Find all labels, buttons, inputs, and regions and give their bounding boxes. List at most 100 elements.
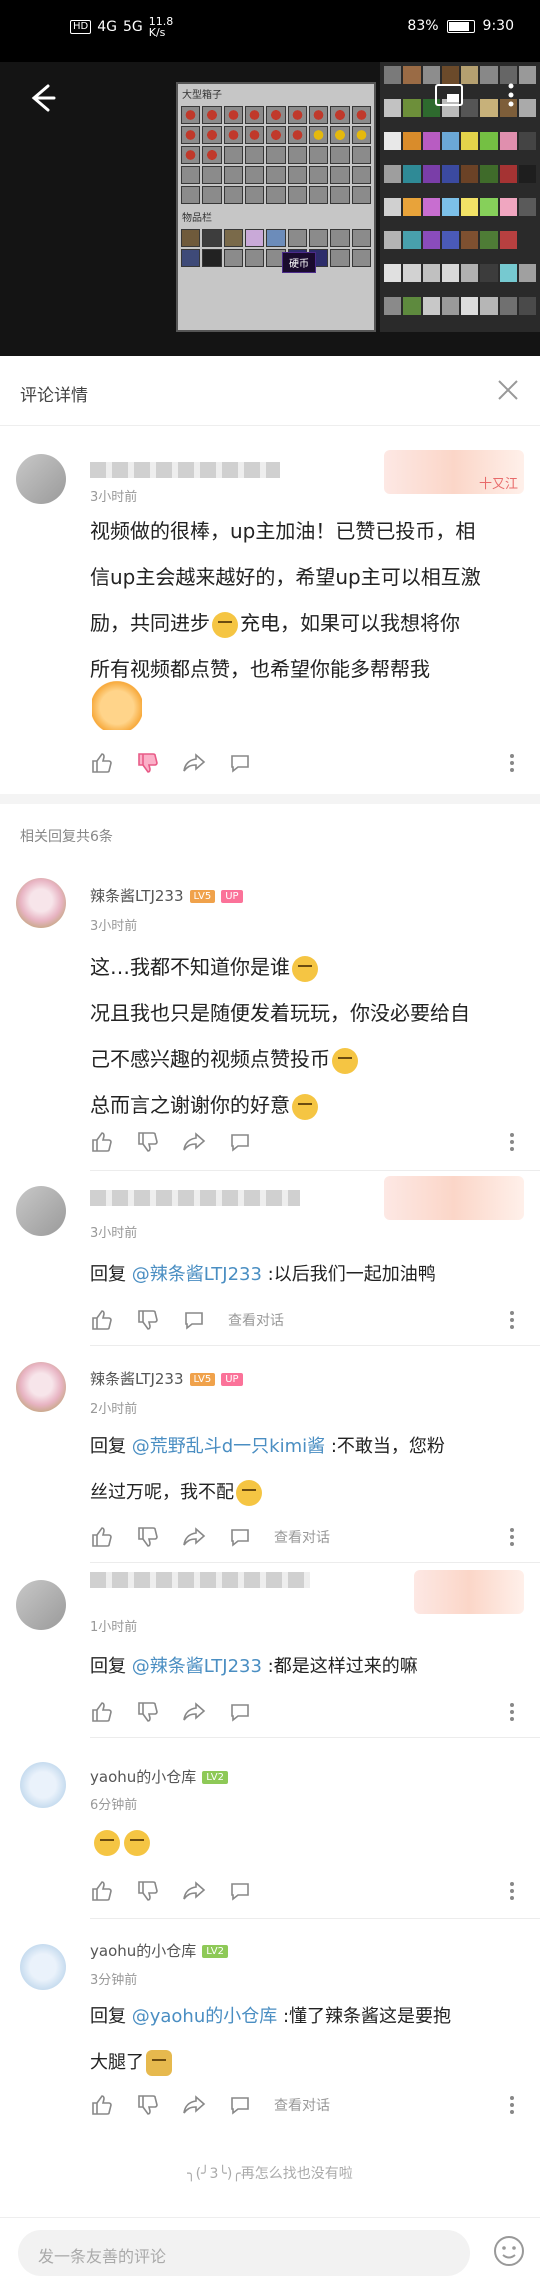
comment-time: 6分钟前 <box>90 1798 138 1813</box>
dislike-icon[interactable] <box>136 2093 160 2117</box>
share-icon[interactable] <box>182 1525 206 1549</box>
comment-body: 回复 @辣条酱LTJ233 :以后我们一起加油鸭 <box>90 1264 436 1285</box>
close-icon[interactable] <box>494 376 522 404</box>
level-badge: LV5 <box>189 1373 216 1386</box>
separator <box>90 1345 540 1346</box>
smirk-emoji-icon <box>124 1830 150 1856</box>
share-icon[interactable] <box>182 1700 206 1724</box>
like-icon[interactable] <box>90 1525 114 1549</box>
username[interactable]: 辣条酱LTJ233 LV5 UP <box>90 885 243 906</box>
inventory-label: 物品栏 <box>182 213 212 224</box>
more-vertical-icon[interactable] <box>502 2093 522 2117</box>
fan-badge-text: 十又江 <box>478 477 518 492</box>
reply-icon[interactable] <box>228 1130 252 1154</box>
reply-icon[interactable] <box>228 2093 252 2117</box>
more-vertical-icon[interactable] <box>502 1700 522 1724</box>
share-icon[interactable] <box>182 2093 206 2117</box>
more-vertical-icon[interactable] <box>502 1525 522 1549</box>
comment-time: 1小时前 <box>90 1620 138 1635</box>
emoji-icon <box>212 611 238 638</box>
like-icon[interactable] <box>90 1308 114 1332</box>
back-arrow-icon[interactable] <box>22 78 62 118</box>
comment-detail-header: 评论详情 <box>0 356 540 426</box>
comment-line: 励，共同进步 充电，如果可以我想将你 <box>90 600 530 646</box>
username-blurred[interactable] <box>90 1572 310 1588</box>
dislike-icon[interactable] <box>136 751 160 775</box>
dislike-icon[interactable] <box>136 1879 160 1903</box>
dislike-icon[interactable] <box>136 1130 160 1154</box>
reply-emojis <box>92 1830 152 1856</box>
fan-badge <box>414 1570 524 1614</box>
avatar[interactable] <box>16 454 66 504</box>
more-vertical-icon[interactable] <box>496 80 526 110</box>
username-blurred[interactable] <box>90 1190 300 1206</box>
mention-link[interactable]: @辣条酱LTJ233 <box>132 1264 262 1285</box>
smile-emoji-icon <box>236 1480 262 1506</box>
up-badge: UP <box>221 1373 243 1386</box>
avatar[interactable] <box>20 1762 66 1808</box>
more-vertical-icon[interactable] <box>502 1130 522 1154</box>
mention-link[interactable]: @辣条酱LTJ233 <box>132 1656 262 1677</box>
separator <box>90 1170 540 1171</box>
view-conversation-link[interactable]: 查看对话 <box>228 1310 284 1330</box>
separator <box>90 1562 540 1563</box>
avatar[interactable] <box>16 1186 66 1236</box>
like-icon[interactable] <box>90 751 114 775</box>
level-badge: LV2 <box>202 1945 228 1958</box>
emoji-picker-icon[interactable] <box>492 2234 526 2268</box>
separator <box>90 1737 540 1738</box>
avatar[interactable] <box>16 1580 66 1630</box>
end-of-list-note: ╮(╯3╰)╭再怎么找也没有啦 <box>187 2166 353 2182</box>
comment-body: 回复 @yaohu的小仓库 :懂了辣条酱这是要抱 大腿了 <box>90 1994 530 2086</box>
avatar[interactable] <box>20 1944 66 1990</box>
username-blurred[interactable] <box>90 462 280 478</box>
dislike-icon[interactable] <box>136 1700 160 1724</box>
network-speed: 11.8 K/s <box>148 15 174 39</box>
comment-line: 视频做的很棒，up主加油！已赞已投币，相 <box>90 519 476 543</box>
avatar[interactable] <box>16 1362 66 1412</box>
like-icon[interactable] <box>90 1700 114 1724</box>
username[interactable]: yaohu的小仓库 LV2 <box>90 1766 228 1787</box>
cry-emoji-icon <box>332 1047 358 1074</box>
mention-link[interactable]: @yaohu的小仓库 <box>132 2006 278 2027</box>
comment-actions <box>90 1697 252 1727</box>
reply-icon[interactable] <box>228 1879 252 1903</box>
video-player[interactable]: 大型箱子 物品栏 硬币 <box>0 62 540 356</box>
comment-input-bar: 发一条友善的评论 <box>0 2217 540 2287</box>
view-conversation-link[interactable]: 查看对话 <box>274 1527 330 1547</box>
like-icon[interactable] <box>90 1879 114 1903</box>
like-icon[interactable] <box>90 2093 114 2117</box>
mention-link[interactable]: @荒野乱斗d一只kimi酱 <box>132 1436 325 1457</box>
reply-icon[interactable] <box>228 751 252 775</box>
comment-body: 这…我都不知道你是谁 况且我也只是随便发着玩玩，你没必要给自 己不感兴趣的视频点… <box>90 944 530 1128</box>
comment-body: 视频做的很棒，up主加油！已赞已投币，相 信up主会越来越好的，希望up主可以相… <box>90 508 530 692</box>
battery-icon <box>446 19 475 33</box>
like-icon[interactable] <box>90 1130 114 1154</box>
share-icon[interactable] <box>182 751 206 775</box>
reply-icon[interactable] <box>228 1525 252 1549</box>
username[interactable]: 辣条酱LTJ233 LV5 UP <box>90 1368 243 1389</box>
more-vertical-icon[interactable] <box>502 1879 522 1903</box>
comment-line: 信up主会越来越好的，希望up主可以相互激 <box>90 565 481 589</box>
separator <box>90 1918 540 1919</box>
main-comment: 3小时前 十又江 视频做的很棒，up主加油！已赞已投币，相 信up主会越来越好的… <box>0 426 540 786</box>
comment-actions <box>90 1876 252 1906</box>
dislike-icon[interactable] <box>136 1308 160 1332</box>
level-badge: LV2 <box>202 1771 228 1784</box>
share-icon[interactable] <box>182 1130 206 1154</box>
reply-icon[interactable] <box>182 1308 206 1332</box>
reply-icon[interactable] <box>228 1700 252 1724</box>
view-conversation-link[interactable]: 查看对话 <box>274 2095 330 2115</box>
comment-line: 所有视频都点赞，也希望你能多帮帮我 <box>90 657 430 681</box>
picture-in-picture-icon[interactable] <box>432 78 466 112</box>
dislike-icon[interactable] <box>136 1525 160 1549</box>
comment-actions: 查看对话 <box>90 2090 330 2120</box>
comment-time: 3小时前 <box>90 919 138 934</box>
more-vertical-icon[interactable] <box>502 1308 522 1332</box>
username[interactable]: yaohu的小仓库 LV2 <box>90 1940 228 1961</box>
avatar[interactable] <box>16 878 66 928</box>
more-vertical-icon[interactable] <box>502 751 522 775</box>
share-icon[interactable] <box>182 1879 206 1903</box>
comment-input[interactable]: 发一条友善的评论 <box>18 2230 470 2276</box>
smirk-emoji-icon <box>292 955 318 982</box>
